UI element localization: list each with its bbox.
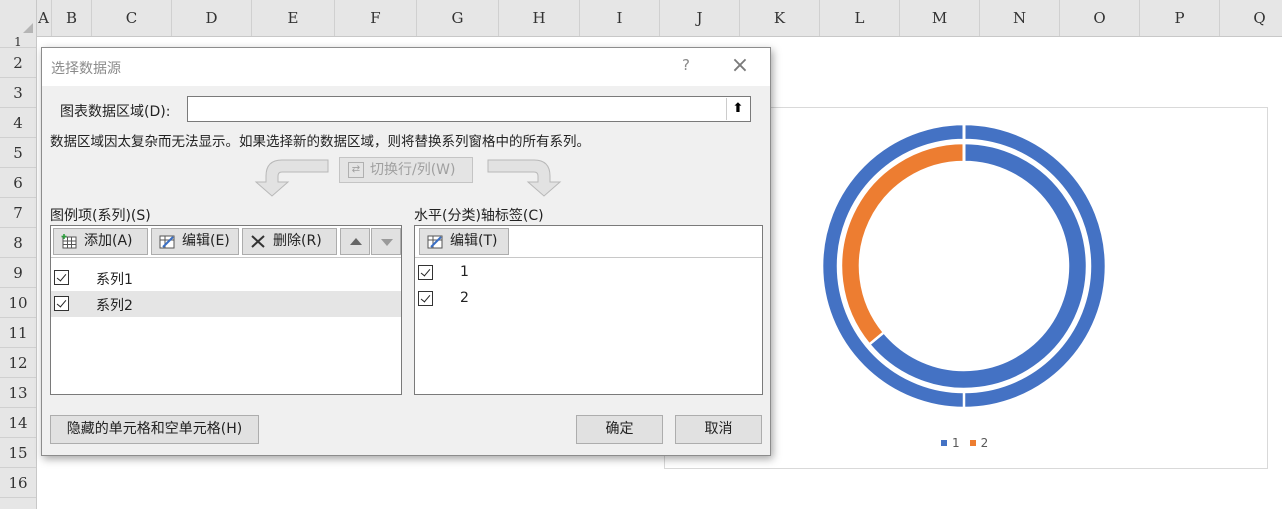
column-header-g[interactable]: G — [417, 0, 499, 36]
row-header-9[interactable]: 9 — [0, 258, 36, 288]
edit-table-icon — [427, 235, 443, 249]
column-header-e[interactable]: E — [252, 0, 335, 36]
move-down-icon — [381, 239, 393, 246]
edit-series-button[interactable]: 编辑(E) — [151, 228, 239, 255]
category-list-item[interactable]: 2 — [415, 286, 762, 312]
column-header-b[interactable]: B — [52, 0, 92, 36]
legend-label-1: 1 — [952, 436, 960, 450]
row-header-10[interactable]: 10 — [0, 288, 36, 318]
column-header-h[interactable]: H — [499, 0, 580, 36]
row-header-4[interactable]: 4 — [0, 108, 36, 138]
row-header-6[interactable]: 6 — [0, 168, 36, 198]
column-header-f[interactable]: F — [335, 0, 417, 36]
row-header-11[interactable]: 11 — [0, 318, 36, 348]
add-series-button[interactable]: 添加(A) — [53, 228, 148, 255]
row-header-14[interactable]: 14 — [0, 408, 36, 438]
column-header-k[interactable]: K — [740, 0, 820, 36]
series-label: 系列1 — [96, 272, 133, 288]
edit-series-label: 编辑(E) — [182, 233, 230, 249]
column-header-o[interactable]: O — [1060, 0, 1140, 36]
series-checkbox[interactable] — [54, 270, 69, 285]
delete-series-label: 删除(R) — [273, 233, 322, 249]
dialog-titlebar[interactable]: 选择数据源 ? × — [42, 48, 770, 86]
legend-item-1: 1 — [941, 436, 960, 450]
row-header-5[interactable]: 5 — [0, 138, 36, 168]
row-header-13[interactable]: 13 — [0, 378, 36, 408]
move-up-button[interactable] — [340, 228, 370, 255]
select-all-corner[interactable] — [0, 0, 37, 36]
ok-button[interactable]: 确定 — [576, 415, 663, 444]
close-button[interactable]: × — [728, 54, 752, 78]
chart-data-range-input[interactable]: ⬆ — [187, 96, 751, 122]
row-header-3[interactable]: 3 — [0, 78, 36, 108]
hidden-empty-cells-button[interactable]: 隐藏的单元格和空单元格(H) — [50, 415, 259, 444]
legend-entries-header: 图例项(系列)(S) — [50, 208, 151, 224]
row-header-2[interactable]: 2 — [0, 48, 36, 78]
axis-labels-panel: 编辑(T) 1 2 — [414, 225, 763, 395]
add-table-icon — [61, 234, 77, 249]
column-header-q[interactable]: Q — [1220, 0, 1282, 36]
category-list-item[interactable]: 1 — [415, 260, 762, 286]
left-curved-arrow-icon — [254, 159, 329, 197]
range-message: 数据区域因太复杂而无法显示。如果选择新的数据区域，则将替换系列窗格中的所有系列。 — [50, 134, 590, 150]
move-up-icon — [350, 238, 362, 245]
legend-entries-panel: 添加(A) 编辑(E) 删除(R) 系列1 系列2 — [50, 225, 402, 395]
series-list-item[interactable]: 系列2 — [51, 291, 401, 317]
row-header-8[interactable]: 8 — [0, 228, 36, 258]
cancel-button[interactable]: 取消 — [675, 415, 762, 444]
axis-labels-header: 水平(分类)轴标签(C) — [414, 208, 544, 224]
row-header-12[interactable]: 12 — [0, 348, 36, 378]
dialog-title: 选择数据源 — [51, 61, 121, 77]
category-label: 1 — [460, 264, 469, 280]
legend-swatch-1 — [941, 440, 947, 446]
column-header-l[interactable]: L — [820, 0, 900, 36]
category-checkbox[interactable] — [418, 265, 433, 280]
chart-data-range-label: 图表数据区域(D): — [60, 104, 171, 120]
column-header-j[interactable]: J — [660, 0, 740, 36]
collapse-dialog-icon[interactable]: ⬆ — [726, 98, 749, 120]
column-header-c[interactable]: C — [92, 0, 172, 36]
select-data-source-dialog: 选择数据源 ? × 图表数据区域(D): ⬆ 数据区域因太复杂而无法显示。如果选… — [41, 47, 771, 456]
column-header-d[interactable]: D — [172, 0, 252, 36]
series-label: 系列2 — [96, 298, 133, 314]
category-label: 2 — [460, 290, 469, 306]
series-list-item[interactable]: 系列1 — [51, 265, 401, 291]
delete-series-button[interactable]: 删除(R) — [242, 228, 337, 255]
switch-row-column-icon: ⇄ — [348, 162, 364, 178]
row-header-16[interactable]: 16 — [0, 468, 36, 498]
chart-legend[interactable]: 1 2 — [941, 436, 988, 450]
category-checkbox[interactable] — [418, 291, 433, 306]
row-header-7[interactable]: 7 — [0, 198, 36, 228]
edit-axis-labels-label: 编辑(T) — [450, 233, 498, 249]
right-curved-arrow-icon — [487, 159, 562, 197]
edit-axis-labels-button[interactable]: 编辑(T) — [419, 228, 509, 255]
legend-swatch-2 — [969, 440, 976, 446]
select-all-triangle-icon — [23, 23, 33, 33]
axis-labels-toolbar: 编辑(T) — [415, 226, 762, 258]
add-series-label: 添加(A) — [84, 233, 133, 249]
doughnut-slice-series1-cat1[interactable] — [820, 122, 1108, 410]
help-button[interactable]: ? — [676, 56, 696, 76]
edit-table-icon — [159, 235, 175, 249]
move-down-button[interactable] — [371, 228, 401, 255]
legend-entries-toolbar: 添加(A) 编辑(E) 删除(R) — [51, 226, 401, 258]
column-header-m[interactable]: M — [900, 0, 980, 36]
switch-row-column-button[interactable]: ⇄ 切换行/列(W) — [339, 157, 473, 183]
column-header-p[interactable]: P — [1140, 0, 1220, 36]
delete-x-icon — [251, 235, 265, 248]
legend-item-2: 2 — [969, 436, 989, 450]
row-header-15[interactable]: 15 — [0, 438, 36, 468]
column-header-n[interactable]: N — [980, 0, 1060, 36]
column-header-i[interactable]: I — [580, 0, 660, 36]
row-header-1[interactable]: 1 — [0, 36, 36, 48]
column-header-a[interactable]: A — [36, 0, 52, 36]
switch-row-column-label: 切换行/列(W) — [370, 162, 456, 178]
legend-label-2: 2 — [980, 436, 989, 450]
series-checkbox[interactable] — [54, 296, 69, 311]
